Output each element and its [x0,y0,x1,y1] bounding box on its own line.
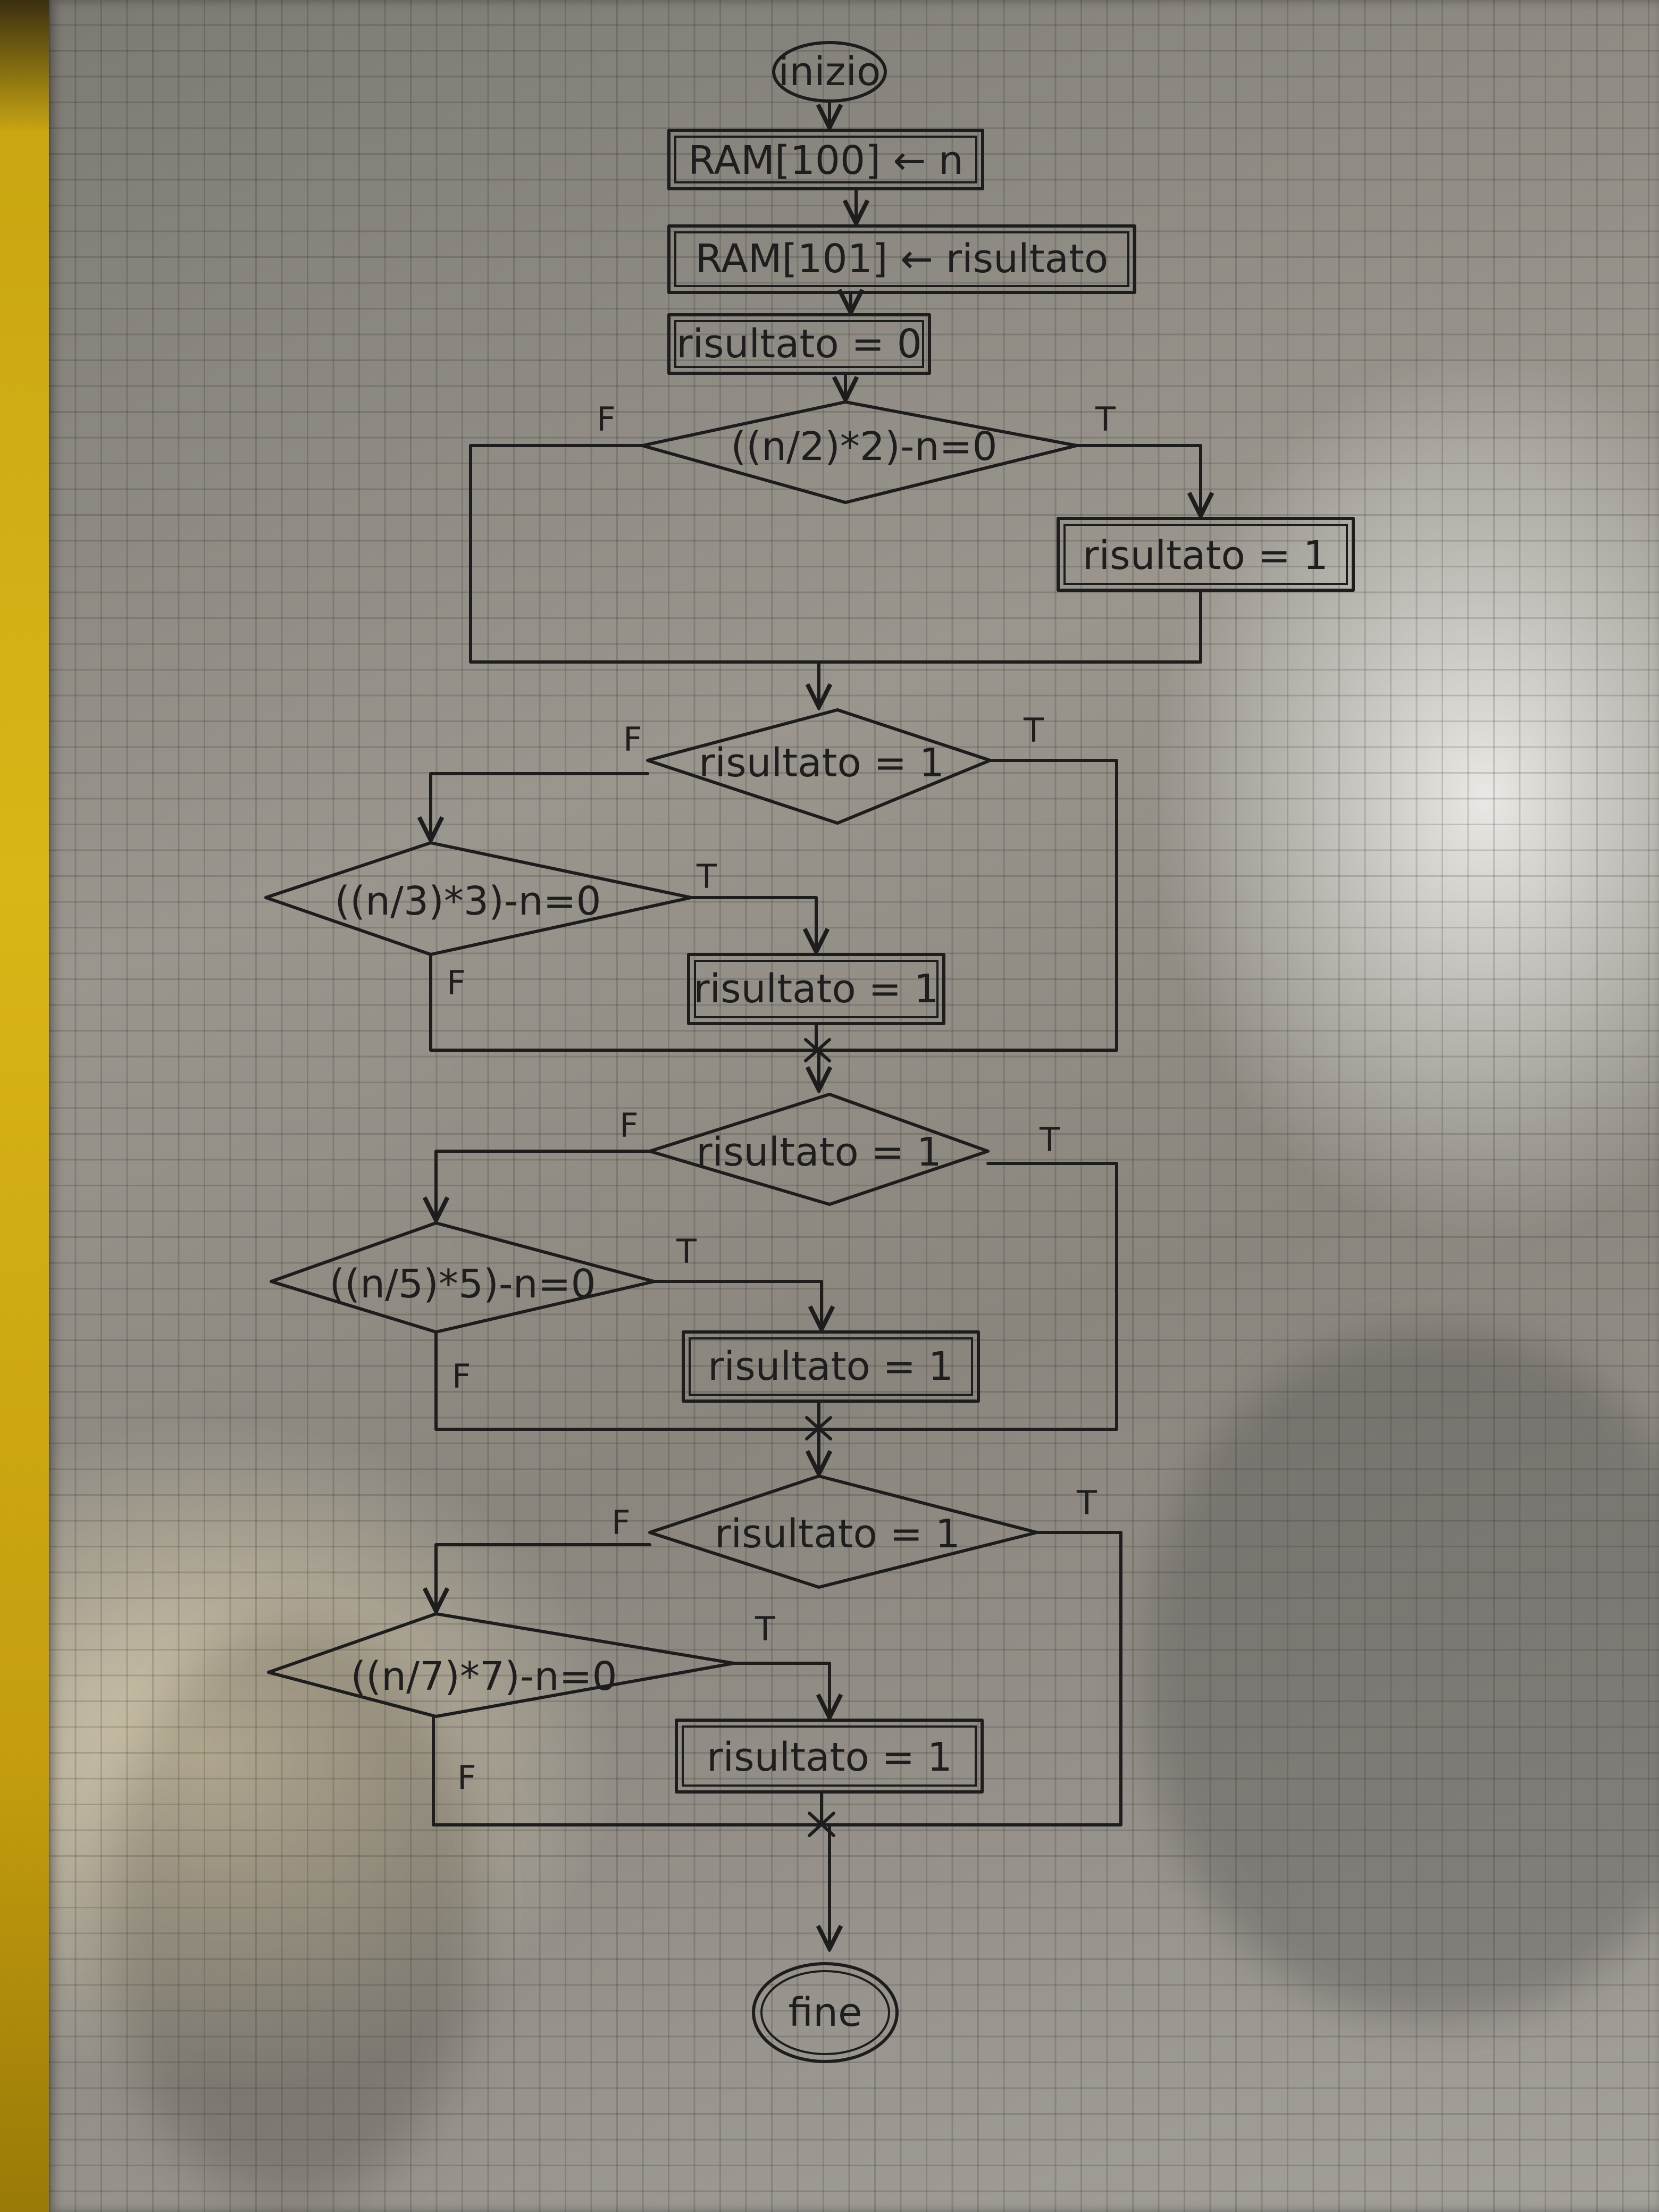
false-label: F [623,720,642,759]
flow-line [817,589,1202,664]
flow-arrow [1075,444,1201,516]
check-4-label: risultato = 1 [715,1511,960,1557]
test-div2-label: ((n/2)*2)-n=0 [731,424,997,470]
init-risultato-label: risultato = 0 [676,321,922,367]
test-div3-label: ((n/3)*3)-n=0 [334,878,601,924]
true-label: T [1023,711,1044,750]
flow-arrow [436,1543,651,1611]
true-label: T [696,857,717,896]
true-label: T [755,1610,776,1648]
flow-arrow [732,1662,830,1717]
flow-line [817,1162,1118,1431]
flow-line [469,444,820,664]
end-label: fine [788,1990,862,2035]
assign-4-label: risultato = 1 [707,1735,952,1780]
flowchart: inizio RAM[100] ← n RAM[101] ← risultato… [264,41,1355,2063]
false-label: F [457,1758,476,1797]
check-2-label: risultato = 1 [699,740,944,786]
assign-1-label: risultato = 1 [1083,533,1328,579]
true-label: T [676,1232,697,1271]
init-ram100-label: RAM[100] ← n [688,138,963,183]
flow-arrow [436,1150,651,1220]
true-label: T [1039,1120,1060,1159]
true-label: T [1076,1484,1097,1522]
photo-stage: inizio RAM[100] ← n RAM[101] ← risultato… [0,0,1659,2212]
false-label: F [597,400,616,439]
flow-arrow [431,772,649,840]
assign-2-label: risultato = 1 [693,966,939,1012]
assign-3-label: risultato = 1 [708,1344,953,1389]
true-label: T [1095,400,1116,439]
false-label: F [447,963,466,1002]
false-label: F [619,1106,639,1145]
flow-arrow [652,1280,822,1329]
test-div5-label: ((n/5)*5)-n=0 [329,1261,596,1307]
check-3-label: risultato = 1 [696,1129,942,1175]
init-ram101-label: RAM[101] ← risultato [696,236,1109,282]
false-label: F [611,1503,631,1542]
test-div7-label: ((n/7)*7)-n=0 [350,1654,617,1699]
false-label: F [452,1357,471,1396]
flow-arrow [690,896,816,952]
start-label: inizio [778,49,881,95]
